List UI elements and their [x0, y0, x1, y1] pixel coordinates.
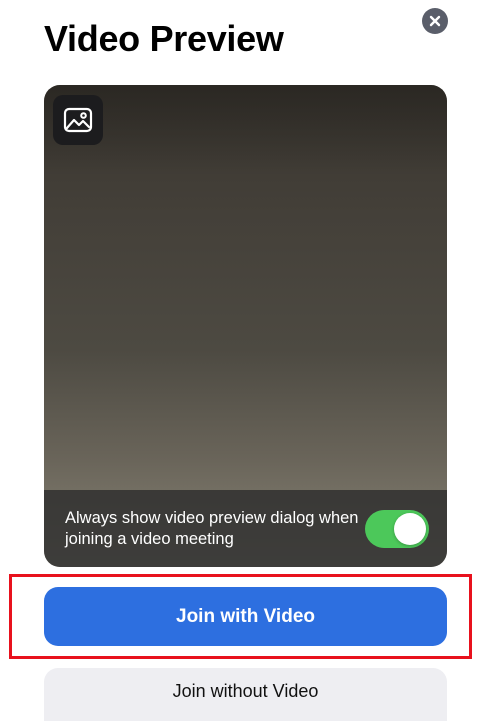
preview-setting-bar: Always show video preview dialog when jo… [44, 490, 447, 567]
close-button[interactable] [422, 8, 448, 34]
dialog-title: Video Preview [44, 18, 284, 59]
video-preview-dialog: Video Preview Always show video preview … [0, 0, 478, 721]
virtual-background-button[interactable] [53, 95, 103, 145]
preview-shade [44, 85, 447, 175]
close-icon [429, 15, 441, 27]
toggle-knob [394, 513, 426, 545]
image-icon [63, 107, 93, 133]
always-show-preview-toggle[interactable] [365, 510, 429, 548]
join-with-video-button[interactable]: Join with Video [44, 587, 447, 646]
always-show-preview-label: Always show video preview dialog when jo… [65, 509, 359, 548]
video-preview-area: Always show video preview dialog when jo… [44, 85, 447, 567]
join-without-video-button[interactable]: Join without Video [44, 668, 447, 721]
